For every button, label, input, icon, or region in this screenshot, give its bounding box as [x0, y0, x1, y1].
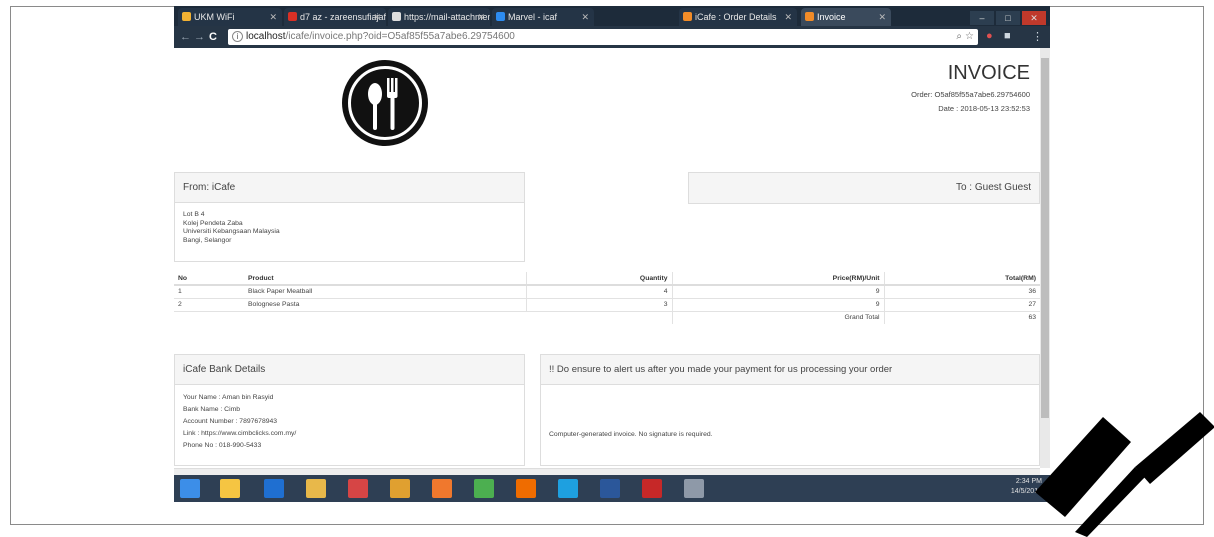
defender-icon[interactable] [264, 479, 284, 498]
browser-window: UKM WiFi ✕ d7 az - zareensufiajafry@ ✕ h… [174, 6, 1050, 502]
bank-link: Link : https://www.cimbclicks.com.my/ [183, 430, 297, 437]
bank-name: Bank Name : Cimb [183, 406, 241, 413]
tab-title: iCafe : Order Details [695, 12, 777, 22]
gmail-icon [288, 12, 297, 21]
tab-gmail[interactable]: d7 az - zareensufiajafry@ ✕ [284, 8, 386, 26]
page-icon [392, 12, 401, 21]
maximize-icon[interactable]: □ [996, 11, 1020, 25]
bank-title: iCafe Bank Details [175, 355, 524, 385]
app-red-icon[interactable] [348, 479, 368, 498]
chrome-icon[interactable] [390, 479, 410, 498]
items-table: No Product Quantity Price(RM)/Unit Total… [174, 272, 1040, 324]
from-panel: From: iCafe Lot B 4 Kolej Pendeta Zaba U… [174, 172, 525, 262]
to-label: To : Guest Guest [689, 173, 1039, 203]
icafe-icon [683, 12, 692, 21]
window-controls: – □ ✕ [968, 8, 1046, 25]
xampp-icon[interactable] [432, 479, 452, 498]
from-address: Lot B 4 Kolej Pendeta Zaba Universiti Ke… [183, 211, 280, 244]
vertical-scroll-thumb[interactable] [1041, 58, 1049, 418]
header-price: Price(RM)/Unit [671, 272, 884, 286]
grand-total-value: 63 [883, 310, 1040, 324]
tab-ukm-wifi[interactable]: UKM WiFi ✕ [178, 8, 282, 26]
close-icon[interactable]: ✕ [784, 8, 792, 26]
forward-icon[interactable]: → [194, 29, 205, 45]
invoice-title: INVOICE [947, 62, 1030, 84]
paint-icon[interactable] [684, 479, 704, 498]
star-icon[interactable]: ☆ [965, 29, 974, 45]
wifi-icon [182, 12, 191, 21]
notice-title: !! Do ensure to alert us after you made … [541, 355, 1039, 385]
minimize-icon[interactable]: – [970, 11, 994, 25]
word-icon[interactable] [600, 479, 620, 498]
tab-strip: UKM WiFi ✕ d7 az - zareensufiajafry@ ✕ h… [174, 6, 1050, 26]
fork-spoon-logo [342, 60, 428, 146]
bank-phone: Phone No : 018-990-5433 [183, 442, 262, 449]
start-icon[interactable] [180, 479, 200, 498]
acrobat-icon[interactable] [642, 479, 662, 498]
to-panel: To : Guest Guest [688, 172, 1040, 204]
close-icon[interactable]: ✕ [878, 8, 886, 26]
tab-title: UKM WiFi [194, 12, 235, 22]
close-window-icon[interactable]: ✕ [1022, 11, 1046, 25]
tab-title: Marvel - icaf [508, 12, 558, 22]
icafe-icon [805, 12, 814, 21]
info-icon[interactable]: i [232, 31, 243, 42]
back-icon[interactable]: ← [180, 29, 191, 45]
sublime-icon[interactable] [516, 479, 536, 498]
close-icon[interactable]: ✕ [373, 8, 381, 26]
tab-order-details[interactable]: iCafe : Order Details ✕ [679, 8, 797, 26]
tab-invoice[interactable]: Invoice ✕ [801, 8, 891, 26]
bank-account-number: Account Number : 7897678943 [183, 418, 278, 425]
profile-icon[interactable]: ■ [1004, 30, 1011, 42]
skype-icon[interactable] [558, 479, 578, 498]
extension-icon[interactable]: ● [986, 30, 993, 42]
header-product: Product [244, 272, 526, 286]
browser-toolbar: ← → C i localhost/icafe/invoice.php?oid=… [174, 26, 1050, 48]
grand-total-label: Grand Total [671, 310, 884, 324]
bank-panel: iCafe Bank Details Your Name : Aman bin … [174, 354, 525, 466]
table-header-row: No Product Quantity Price(RM)/Unit Total… [174, 272, 1040, 286]
invoice-date: Date : 2018-05-13 23:52:53 [938, 104, 1030, 113]
close-icon[interactable]: ✕ [269, 8, 277, 26]
file-explorer-icon[interactable] [220, 479, 240, 498]
bank-account-name: Your Name : Aman bin Rasyid [183, 394, 274, 401]
folder-icon[interactable] [306, 479, 326, 498]
windows-taskbar: 2:34 PM 14/5/2018 [174, 475, 1050, 502]
address-bar[interactable]: i localhost/icafe/invoice.php?oid=O5af85… [228, 29, 978, 45]
watermark-logo [1035, 412, 1214, 537]
invoice-footer-note: Computer-generated invoice. No signature… [549, 431, 713, 438]
order-id: Order: O5af85f55a7abe6.29754600 [911, 90, 1030, 99]
tab-title: Invoice [817, 12, 846, 22]
table-row: 1 Black Paper Meatball 4 9 36 [174, 284, 1040, 298]
header-no: No [174, 272, 244, 286]
invoice-page: INVOICE Order: O5af85f55a7abe6.29754600 … [174, 48, 1040, 468]
marvel-icon [496, 12, 505, 21]
address-host: localhost [246, 31, 286, 42]
menu-icon[interactable]: ⋮ [1032, 30, 1043, 43]
header-quantity: Quantity [525, 272, 672, 286]
tab-mail-attachment[interactable]: https://mail-attachment. ✕ [388, 8, 490, 26]
zoom-icon[interactable]: ⌕ [956, 29, 962, 45]
table-row: 2 Bolognese Pasta 3 9 27 [174, 297, 1040, 311]
grand-total-row: Grand Total 63 [174, 310, 1040, 324]
horizontal-scrollbar[interactable] [174, 468, 1040, 475]
notice-panel: !! Do ensure to alert us after you made … [540, 354, 1040, 466]
close-icon[interactable]: ✕ [581, 8, 589, 26]
close-icon[interactable]: ✕ [477, 8, 485, 26]
from-label: From: iCafe [175, 173, 524, 203]
header-total: Total(RM) [883, 272, 1040, 286]
address-path: /icafe/invoice.php?oid=O5af85f55a7abe6.2… [285, 31, 515, 42]
app-green-icon[interactable] [474, 479, 494, 498]
reload-icon[interactable]: C [209, 29, 217, 45]
tab-marvel[interactable]: Marvel - icaf ✕ [492, 8, 594, 26]
